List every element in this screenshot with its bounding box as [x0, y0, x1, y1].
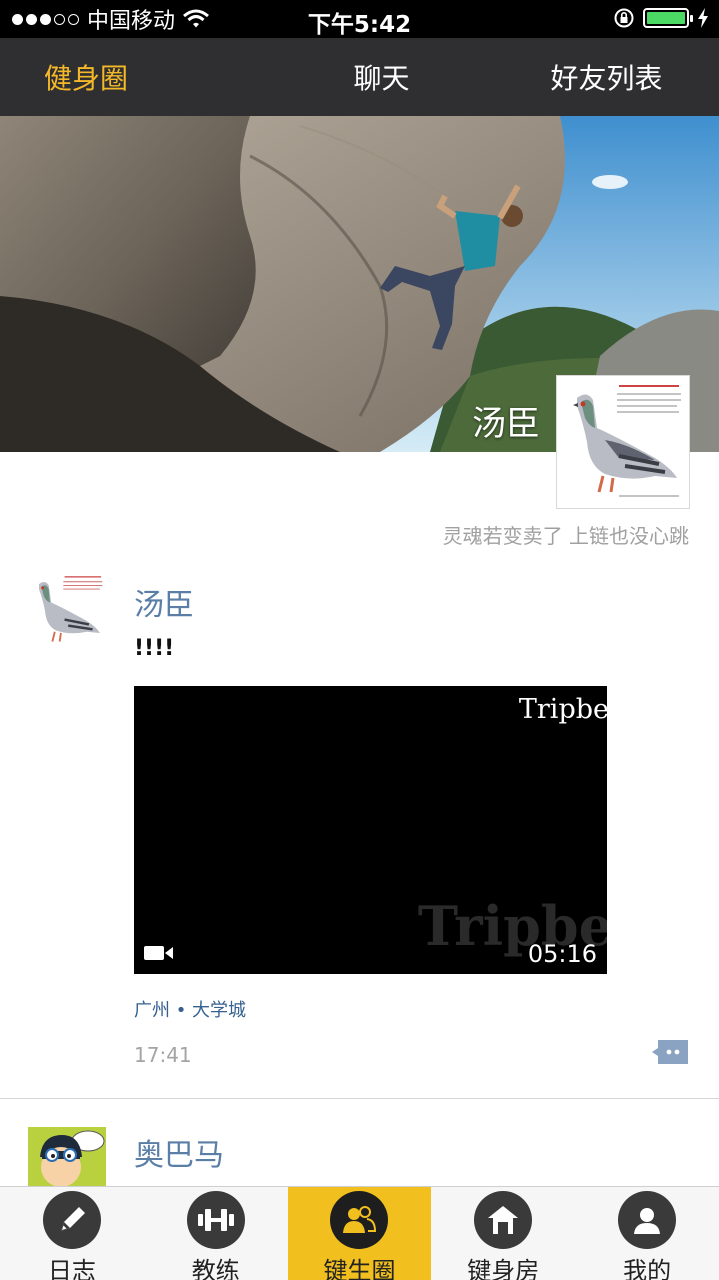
profile-avatar[interactable] — [556, 375, 690, 509]
status-right — [613, 7, 709, 29]
video-duration: 05:16 — [527, 940, 597, 968]
nav-journal[interactable]: 日志 — [0, 1187, 144, 1280]
video-camera-icon — [144, 946, 173, 960]
nav-label: 教练 — [191, 1257, 240, 1280]
user-icon — [618, 1191, 677, 1249]
post-location[interactable]: 广州 • 大学城 — [134, 996, 246, 1022]
tab-fitness-circle[interactable]: 健身圈 — [0, 38, 269, 116]
post-video[interactable]: Tripbe Tripbe 05:16 — [134, 686, 607, 974]
battery-icon — [643, 8, 693, 28]
orientation-lock-icon — [614, 8, 634, 28]
nav-label: 键身房 — [467, 1257, 540, 1280]
nav-profile[interactable]: 我的 — [575, 1187, 719, 1280]
post-text: !!!! — [134, 636, 175, 661]
gym-house-icon — [474, 1191, 533, 1249]
bottom-nav: 日志 教练 键生圈 键身房 我的 — [0, 1186, 719, 1280]
comment-icon[interactable] — [652, 1038, 690, 1066]
tab-friend-list[interactable]: 好友列表 — [494, 38, 719, 116]
post-timestamp: 17:41 — [134, 1043, 192, 1067]
post-divider — [0, 1098, 719, 1099]
nav-label: 日志 — [47, 1257, 96, 1280]
video-watermark: Tripbe — [518, 694, 607, 725]
nav-label: 键生圈 — [323, 1257, 396, 1280]
profile-name-on-cover: 汤臣 — [472, 404, 540, 444]
clock: 下午5:42 — [307, 12, 412, 38]
post-author-avatar[interactable] — [28, 572, 106, 650]
cartoon-avatar-image — [28, 1127, 106, 1187]
pigeon-avatar-image — [28, 572, 106, 650]
tab-chat[interactable]: 聊天 — [269, 38, 494, 116]
nav-label: 我的 — [623, 1257, 672, 1280]
nav-gym[interactable]: 键身房 — [431, 1187, 575, 1280]
post2-author-avatar[interactable] — [28, 1127, 106, 1187]
charging-icon — [698, 8, 708, 28]
nav-fitness-circle[interactable]: 键生圈 — [287, 1187, 432, 1280]
profile-signature: 灵魂若变卖了 上链也没心跳 — [442, 524, 689, 548]
post2-author-name[interactable]: 奥巴马 — [134, 1130, 224, 1174]
top-tab-bar: 健身圈 聊天 好友列表 — [0, 38, 719, 116]
status-bar: 中国移动 下午5:42 — [0, 0, 719, 38]
nav-coach[interactable]: 教练 — [144, 1187, 288, 1280]
pencil-icon — [42, 1191, 101, 1249]
group-icon — [330, 1191, 389, 1249]
pigeon-avatar-image — [559, 378, 687, 506]
post-author-name[interactable]: 汤臣 — [134, 580, 194, 624]
dumbbell-icon — [186, 1191, 245, 1249]
